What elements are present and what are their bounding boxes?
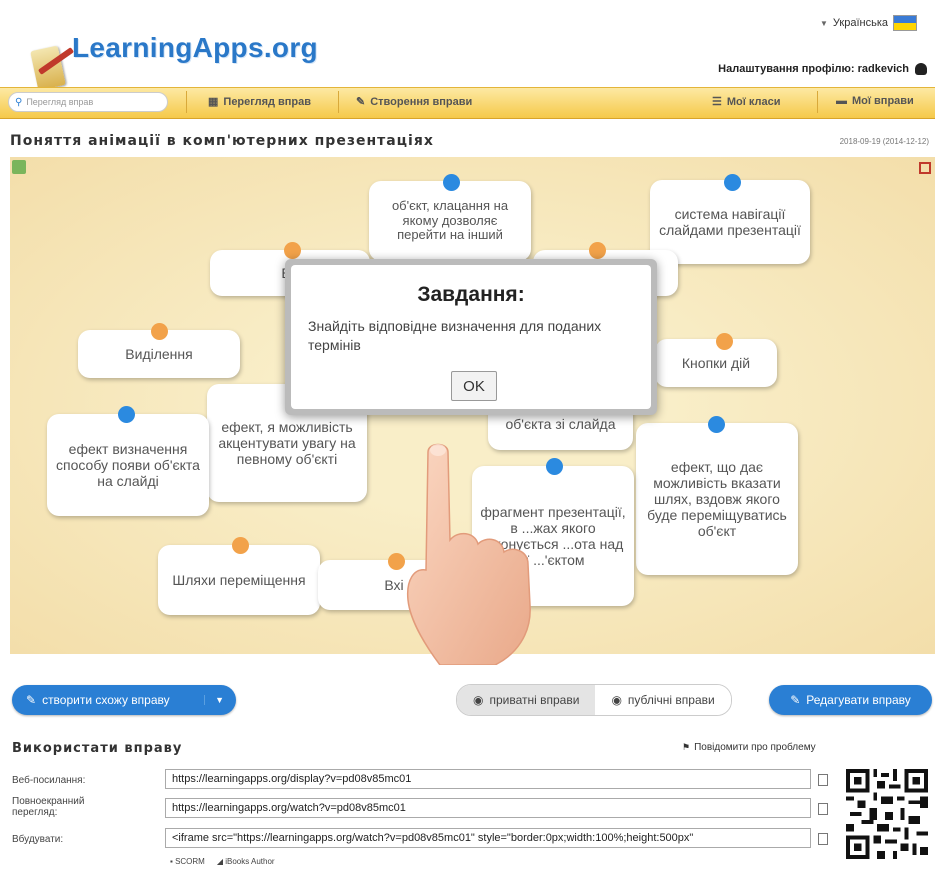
dropdown-caret-icon[interactable]: ▼ <box>204 695 224 705</box>
card-text: Виділення <box>125 345 193 362</box>
card-navigation-system[interactable]: система навігації слайдами презентації <box>650 180 810 264</box>
public-button[interactable]: ◉ публічні вправи <box>595 685 731 715</box>
edit-square-icon: ✎ <box>26 693 37 707</box>
date-label: 2018-09-19 (2014-12-12) <box>840 137 929 146</box>
export-links: ▪ SCORM ◢ iBooks Author <box>170 857 275 866</box>
fullscreen-label: Повноекранний перегляд: <box>12 796 85 818</box>
pencil-icon: ✎ <box>356 96 366 108</box>
profile-link[interactable]: Налаштування профілю: radkevich <box>718 63 927 75</box>
nav-divider <box>186 91 187 113</box>
eye-icon: ◉ <box>611 693 622 707</box>
nav-create-label: Створення вправи <box>370 95 473 108</box>
ibooks-link[interactable]: ◢ iBooks Author <box>217 857 275 866</box>
card-object-link[interactable]: об'єкт, клацання на якому дозволяє перей… <box>369 181 531 261</box>
copy-icon[interactable] <box>818 833 828 845</box>
card-text: Шляхи переміщення <box>172 571 306 588</box>
embed-field[interactable]: <iframe src="https://learningapps.org/wa… <box>165 828 811 848</box>
card-text: ефект, я можливість акцентувати увагу на… <box>218 418 356 468</box>
pencil-icon: ✎ <box>790 693 801 707</box>
profile-label: Налаштування профілю: radkevich <box>718 63 909 75</box>
private-button[interactable]: ◉ приватні вправи <box>457 685 596 715</box>
nav-browse-exercises[interactable]: ▦ Перегляд вправ <box>208 95 312 109</box>
connector-dot[interactable] <box>284 242 301 259</box>
search-placeholder: Перегляд вправ <box>26 97 94 107</box>
modal-text: Знайдіть відповідне визначення для подан… <box>308 318 602 353</box>
list-icon: ☰ <box>712 96 722 108</box>
search-input[interactable]: ⚲ Перегляд вправ <box>8 92 168 112</box>
qr-code-icon[interactable] <box>846 769 928 859</box>
scorm-label: SCORM <box>175 857 205 866</box>
connector-dot[interactable] <box>589 242 606 259</box>
nav-my-exercises[interactable]: ▬ Мої вправи <box>836 95 914 107</box>
web-link-label: Веб-посилання: <box>12 775 86 786</box>
public-label: публічні вправи <box>627 693 715 707</box>
scorm-link[interactable]: ▪ SCORM <box>170 857 205 866</box>
caret-icon: ▼ <box>820 18 828 28</box>
web-link-field[interactable]: https://learningapps.org/display?v=pd08v… <box>165 769 811 789</box>
fullscreen-icon[interactable] <box>919 162 931 174</box>
card-action-buttons[interactable]: Кнопки дій <box>655 339 777 387</box>
language-selector[interactable]: ▼ Українська <box>820 15 917 31</box>
card-text: об'єкт, клацання на якому дозволяє перей… <box>391 197 509 243</box>
flag-icon <box>893 15 917 31</box>
edit-exercise-label: Редагувати вправу <box>806 693 911 707</box>
card-text: ефект визначення способу появи об'єкта н… <box>56 440 200 490</box>
modal-title: Завдання: <box>417 283 525 306</box>
nav-my-exercises-label: Мої вправи <box>852 95 914 107</box>
connector-dot[interactable] <box>724 174 741 191</box>
help-icon[interactable] <box>12 160 26 174</box>
nav-classes-label: Мої класи <box>726 95 781 108</box>
connector-dot[interactable] <box>151 323 168 340</box>
use-section-title: Використати вправу <box>12 741 183 756</box>
date-value: 2018-09-19 <box>839 137 881 146</box>
folder-icon: ▬ <box>836 95 847 107</box>
nav-divider <box>817 91 818 113</box>
create-similar-button[interactable]: ✎ створити схожу вправу ▼ <box>12 685 236 715</box>
connector-dot[interactable] <box>708 416 725 433</box>
card-text: ефект, що дає можливість вказати шлях, в… <box>647 458 787 540</box>
logo-text: LearningApps.org <box>72 32 318 63</box>
visibility-toggle: ◉ приватні вправи ◉ публічні вправи <box>456 684 732 716</box>
date-created: (2014-12-12) <box>882 137 929 146</box>
fullscreen-field[interactable]: https://learningapps.org/watch?v=pd08v85… <box>165 798 811 818</box>
card-text: об'єкта зі слайда <box>505 416 616 432</box>
ibooks-label: iBooks Author <box>225 857 275 866</box>
private-label: приватні вправи <box>489 693 580 707</box>
card-entrance-effect[interactable]: ефект визначення способу появи об'єкта н… <box>47 414 209 516</box>
embed-label: Вбудувати: <box>12 834 64 845</box>
logo[interactable]: LearningApps.org <box>14 8 334 91</box>
language-label: Українська <box>832 17 888 29</box>
connector-dot[interactable] <box>716 333 733 350</box>
card-motion-paths[interactable]: Шляхи переміщення <box>158 545 320 615</box>
grid-icon: ▦ <box>208 96 219 108</box>
card-text: система навігації слайдами презентації <box>659 205 801 238</box>
copy-icon[interactable] <box>818 803 828 815</box>
pointing-hand-icon <box>406 443 531 665</box>
report-label: Повідомити про проблему <box>694 742 816 753</box>
search-icon: ⚲ <box>15 96 23 108</box>
nav-create-exercise[interactable]: ✎ Створення вправи <box>356 95 473 109</box>
create-similar-label: створити схожу вправу <box>42 693 170 707</box>
connector-dot[interactable] <box>232 537 249 554</box>
card-text: Кнопки дій <box>681 354 751 371</box>
connector-dot[interactable] <box>118 406 135 423</box>
report-problem-link[interactable]: ⚑ Повідомити про проблему <box>682 742 816 753</box>
card-motion-path-effect[interactable]: ефект, що дає можливість вказати шлях, в… <box>636 423 798 575</box>
edit-exercise-button[interactable]: ✎ Редагувати вправу <box>769 685 932 715</box>
eye-slash-icon: ◉ <box>473 693 484 707</box>
user-icon <box>915 63 927 75</box>
copy-icon[interactable] <box>818 774 828 786</box>
ok-button[interactable]: OK <box>451 371 497 401</box>
page-title: Поняття анімації в комп'ютерних презента… <box>10 133 434 149</box>
flag-icon: ⚑ <box>682 742 691 752</box>
nav-divider <box>338 91 339 113</box>
nav-browse-label: Перегляд вправ <box>223 95 312 108</box>
nav-my-classes[interactable]: ☰ Мої класи <box>712 95 781 109</box>
connector-dot[interactable] <box>443 174 460 191</box>
